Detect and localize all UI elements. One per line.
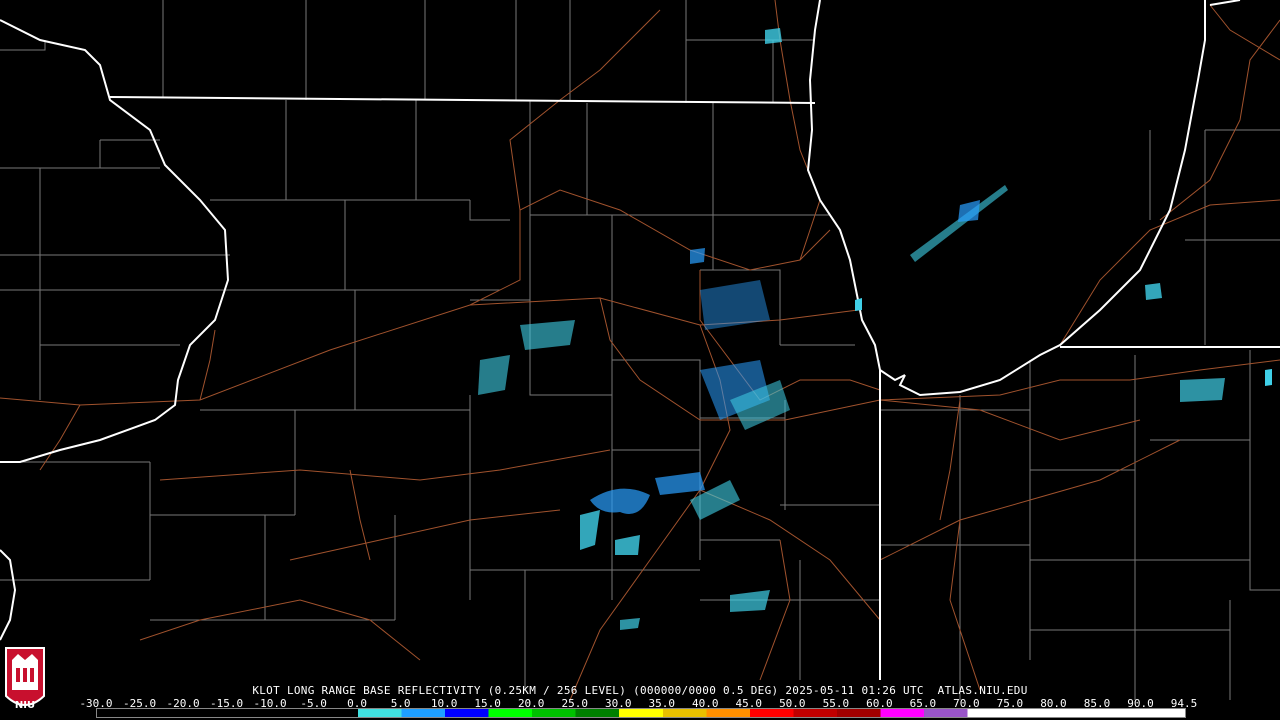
product-caption: KLOT LONG RANGE BASE REFLECTIVITY (0.25K… xyxy=(252,684,1028,697)
colorbar xyxy=(96,708,1186,718)
niu-logo: NIU xyxy=(5,647,45,711)
logo-text: NIU xyxy=(15,700,35,711)
radar-map xyxy=(0,0,1280,720)
